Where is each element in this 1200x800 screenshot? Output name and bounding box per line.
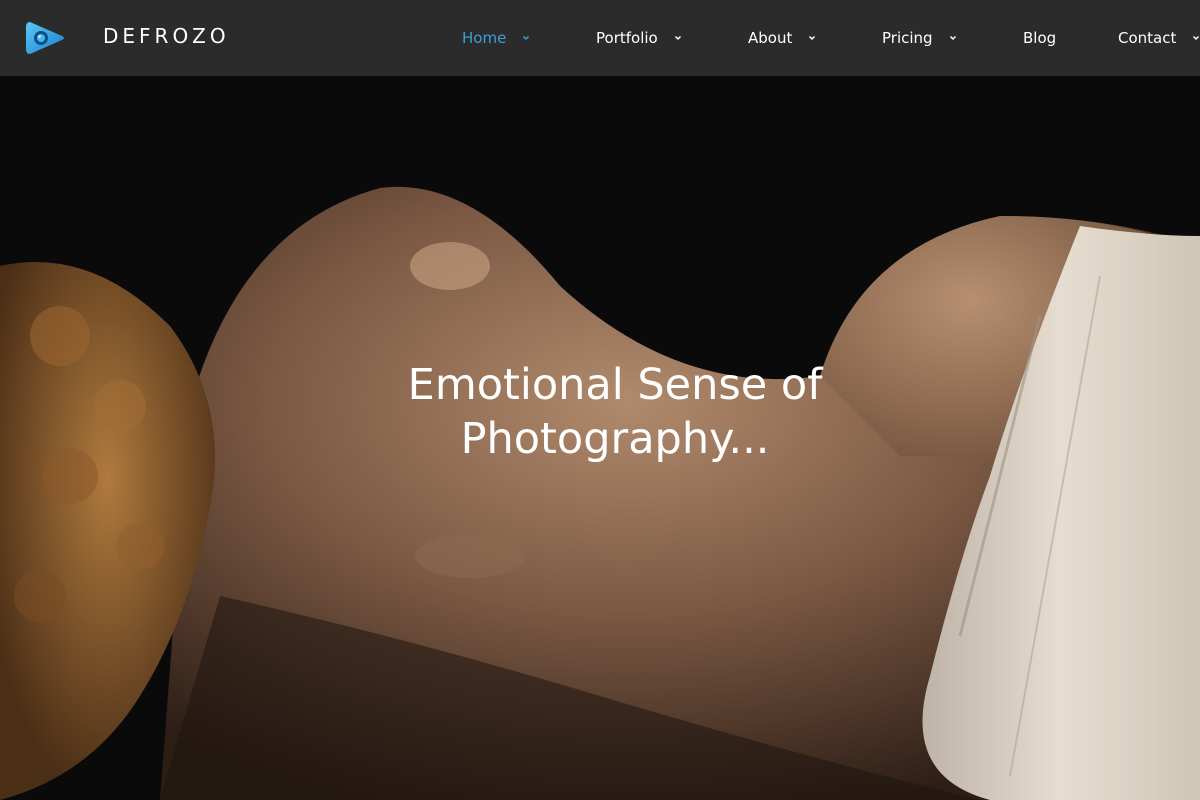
hero-title-line2: Photography... xyxy=(460,414,770,464)
nav-blog-label: Blog xyxy=(1023,29,1057,47)
chevron-down-icon xyxy=(947,32,959,44)
nav-contact-label: Contact xyxy=(1118,29,1177,47)
nav-home[interactable]: Home xyxy=(462,27,532,49)
hero-title-line1: Emotional Sense of xyxy=(407,360,823,410)
nav-home-label: Home xyxy=(462,29,507,47)
chevron-down-icon xyxy=(1190,32,1200,44)
hero-title: Emotional Sense of Photography... xyxy=(300,358,930,466)
chevron-down-icon xyxy=(520,32,532,44)
nav-about-label: About xyxy=(748,29,793,47)
hero-section: Emotional Sense of Photography... xyxy=(0,76,1200,800)
nav-pricing[interactable]: Pricing xyxy=(882,27,959,49)
top-navbar: DEFROZO Home Portfolio About Pricing Blo… xyxy=(0,0,1200,76)
nav-about[interactable]: About xyxy=(748,27,818,49)
nav-blog[interactable]: Blog xyxy=(1023,27,1056,49)
nav-portfolio[interactable]: Portfolio xyxy=(596,27,684,49)
nav-portfolio-label: Portfolio xyxy=(596,29,658,47)
brand-name[interactable]: DEFROZO xyxy=(103,24,230,48)
chevron-down-icon xyxy=(672,32,684,44)
nav-pricing-label: Pricing xyxy=(882,29,933,47)
logo-icon[interactable] xyxy=(24,18,68,58)
nav-contact[interactable]: Contact xyxy=(1118,27,1200,49)
chevron-down-icon xyxy=(806,32,818,44)
